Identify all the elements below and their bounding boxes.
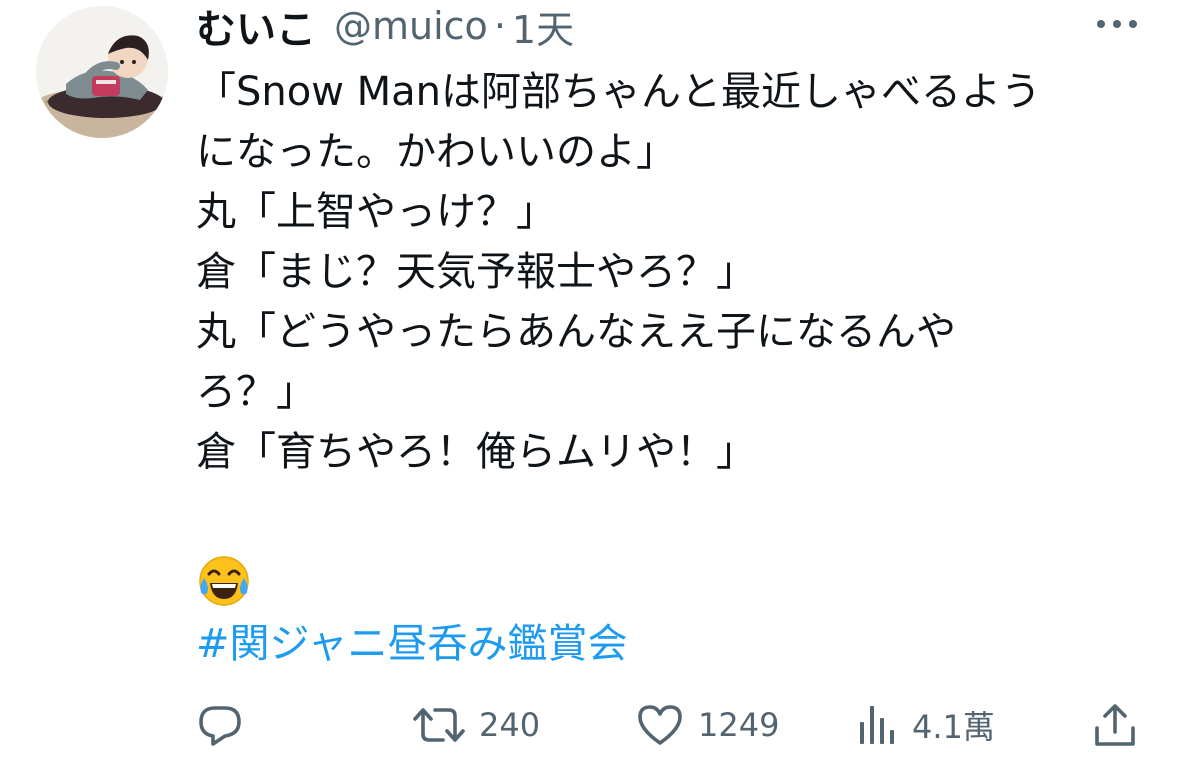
more-options-icon[interactable]: [1093, 10, 1141, 38]
retweet-count: 240: [479, 706, 541, 744]
share-icon: [1093, 700, 1137, 750]
views-button[interactable]: 4.1萬: [858, 695, 995, 755]
tweet-line: 丸「どうやったらあんなええ子になるんや: [196, 309, 956, 355]
tweet-line: 丸「上智やっけ？」: [196, 189, 556, 235]
like-button[interactable]: 1249: [636, 695, 779, 755]
tweet-line: 「Snow Manは阿部ちゃんと最近しゃべるよう: [196, 69, 1042, 115]
tears-of-joy-emoji-icon: [196, 554, 252, 610]
heart-icon: [636, 702, 684, 748]
tweet-line: 倉「育ちやろ！俺らムリや！」: [196, 429, 756, 475]
like-count: 1249: [698, 706, 780, 744]
retweet-icon: [413, 700, 465, 750]
tweet-text: 「Snow Manは阿部ちゃんと最近しゃべるよう になった。かわいいのよ」 丸「…: [196, 62, 1146, 482]
tweet-timestamp[interactable]: 1天: [512, 0, 574, 54]
share-button[interactable]: [1093, 695, 1137, 755]
author-display-name[interactable]: むいこ: [196, 0, 316, 55]
author-handle[interactable]: @muico: [334, 4, 488, 48]
avatar-illustration: [36, 6, 168, 138]
tweet-line: ろ？」: [196, 369, 316, 415]
tweet-action-bar: 240 1249 4.1萬: [0, 695, 1179, 755]
hashtag-link[interactable]: #関ジャニ昼呑み鑑賞会: [196, 614, 628, 674]
tweet-header: むいこ @muico · 1天: [196, 0, 574, 55]
tweet-line: になった。かわいいのよ」: [196, 129, 676, 175]
views-count: 4.1萬: [912, 708, 995, 746]
retweet-button[interactable]: 240: [413, 695, 540, 755]
reply-button[interactable]: [195, 695, 245, 755]
reply-icon: [195, 700, 245, 750]
avatar[interactable]: [36, 6, 168, 138]
header-separator: ·: [493, 4, 506, 48]
views-icon: [858, 702, 898, 748]
tweet-line: 倉「まじ？天気予報士やろ？」: [196, 249, 756, 295]
